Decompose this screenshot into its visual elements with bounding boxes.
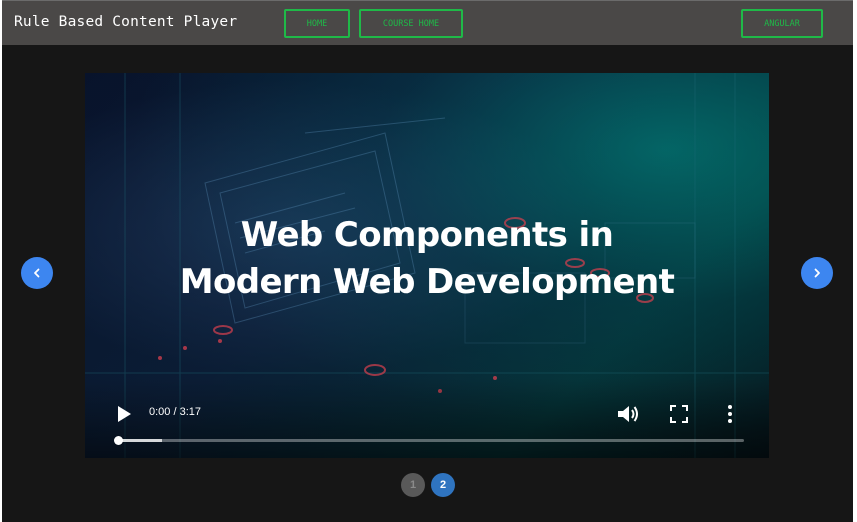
chevron-left-icon <box>34 268 40 278</box>
page-dot-1[interactable]: 1 <box>401 473 425 497</box>
top-navbar: Rule Based Content Player HOME COURSE HO… <box>2 0 853 45</box>
video-title: Web Components in Modern Web Development <box>85 212 769 306</box>
app-title: Rule Based Content Player <box>14 14 238 30</box>
play-icon[interactable] <box>115 404 133 424</box>
fullscreen-icon[interactable] <box>670 405 688 423</box>
page-dot-2[interactable]: 2 <box>431 473 455 497</box>
progress-bar[interactable] <box>114 436 744 445</box>
time-display: 0:00 / 3:17 <box>149 406 201 418</box>
video-title-line-1: Web Components in <box>240 215 614 255</box>
slide-pagination: 12 <box>401 473 455 497</box>
course-home-button[interactable]: COURSE HOME <box>359 9 463 38</box>
progress-handle[interactable] <box>114 436 123 445</box>
video-player[interactable]: Web Components in Modern Web Development… <box>85 73 769 458</box>
next-slide-button[interactable] <box>801 257 833 289</box>
chevron-right-icon <box>814 268 820 278</box>
home-button[interactable]: HOME <box>284 9 350 38</box>
previous-slide-button[interactable] <box>21 257 53 289</box>
controls-overlay <box>85 378 769 458</box>
more-options-icon[interactable] <box>726 403 734 425</box>
progress-buffered <box>118 439 162 442</box>
player-page: Rule Based Content Player HOME COURSE HO… <box>2 0 853 522</box>
video-title-line-2: Modern Web Development <box>179 262 675 302</box>
volume-icon[interactable] <box>616 403 640 425</box>
angular-button[interactable]: ANGULAR <box>741 9 823 38</box>
